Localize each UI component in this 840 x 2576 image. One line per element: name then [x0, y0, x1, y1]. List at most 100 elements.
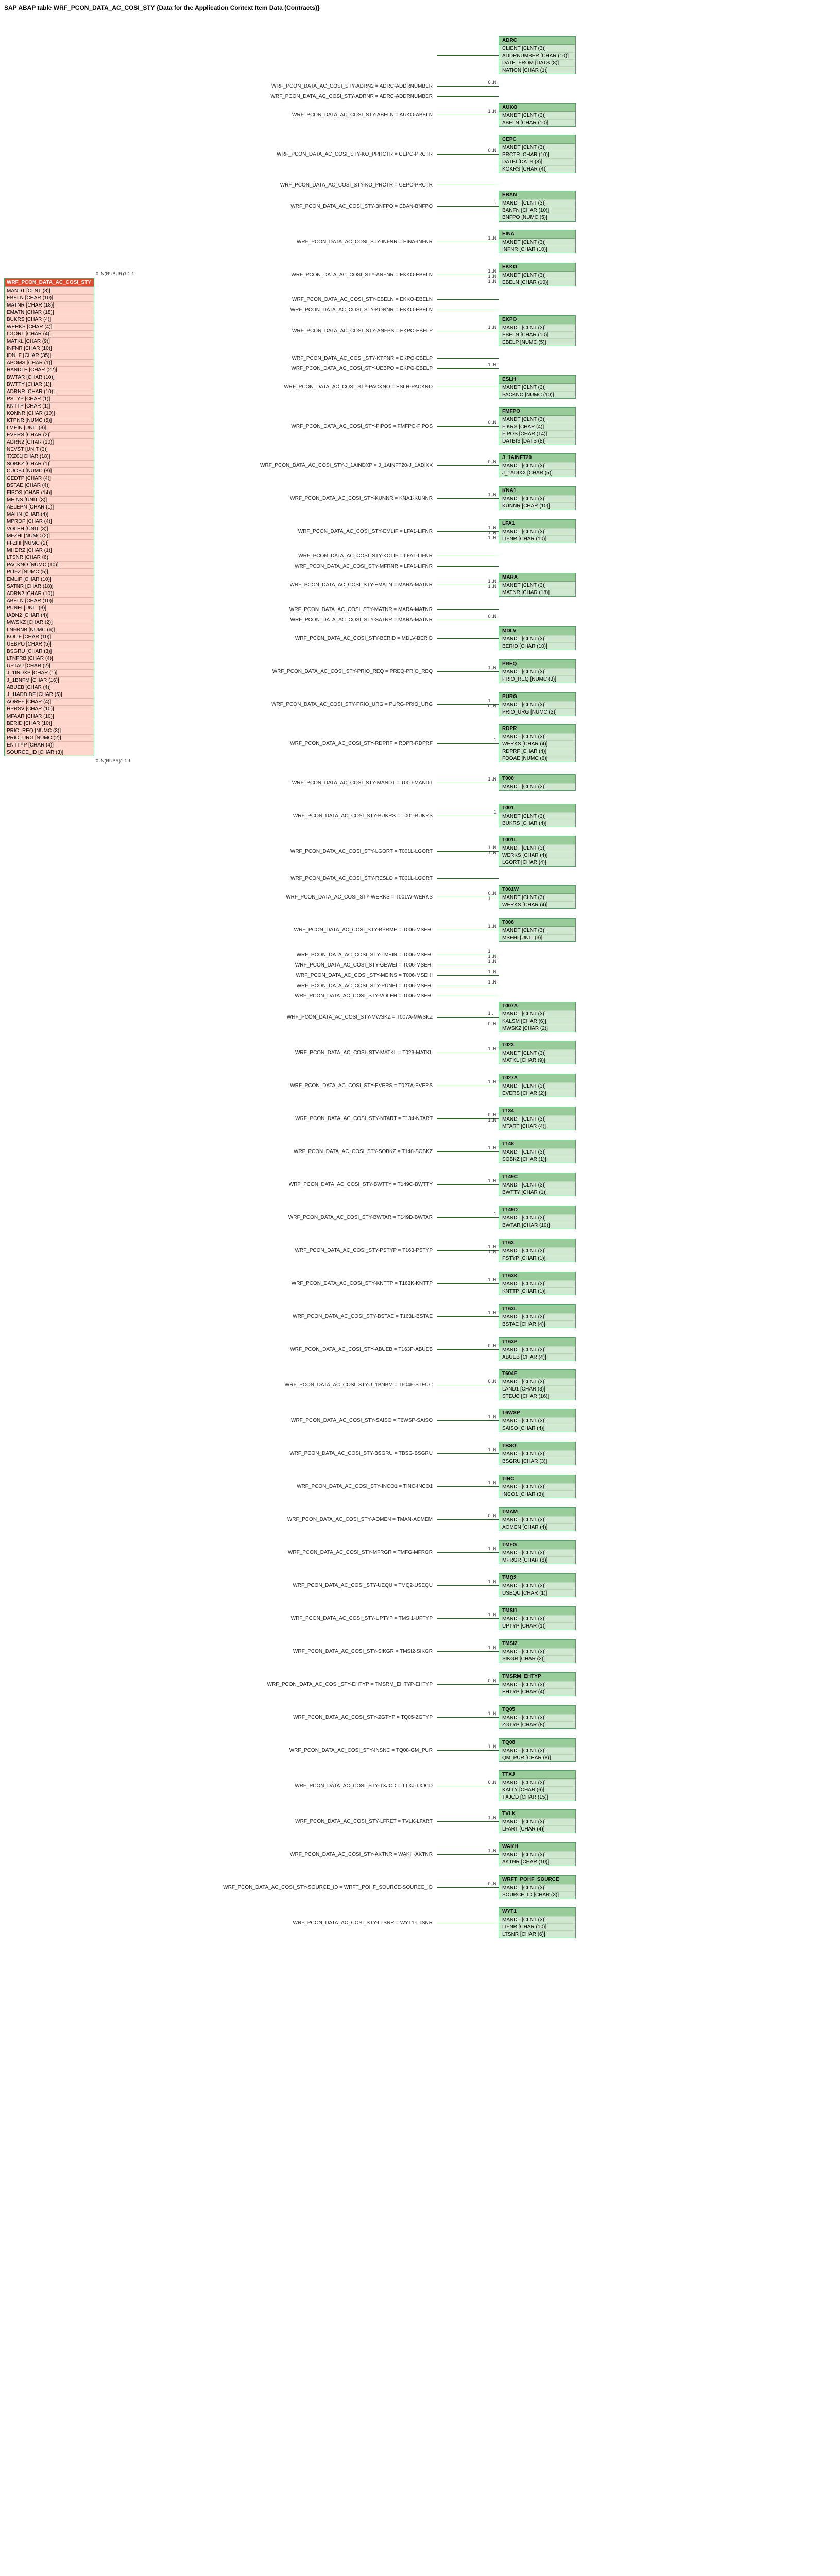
target-entity-field: ABUEB [CHAR (4)] — [499, 1353, 575, 1361]
relationship-connector: 1..N — [437, 1854, 499, 1855]
target-entity-field: PRCTR [CHAR (10)] — [499, 151, 575, 158]
target-entity-field: MANDT [CLNT (3)] — [499, 701, 575, 708]
relationship-connector: 1..N — [437, 1618, 499, 1619]
target-entity-box: TMSRM_EHTYPMANDT [CLNT (3)]EHTYP [CHAR (… — [499, 1672, 576, 1696]
cardinality-label: 1..N — [488, 1612, 496, 1617]
main-entity-field: LTNFRB [CHAR (4)] — [5, 655, 94, 662]
relationship-label: WRF_PCON_DATA_AC_COSI_STY-ZGTYP = TQ05-Z… — [220, 1715, 437, 1720]
target-entity-field: BWTAR [CHAR (10)] — [499, 1222, 575, 1229]
relationship-row: WRF_PCON_DATA_AC_COSI_STY-LTSNR = WYT1-L… — [220, 1907, 836, 1938]
target-entity-box: PURGMANDT [CLNT (3)]PRIO_URG [NUMC (2)] — [499, 692, 576, 716]
target-entity-field: EVERS [CHAR (2)] — [499, 1090, 575, 1097]
main-entity-field: UPTAU [CHAR (2)] — [5, 662, 94, 669]
target-entity-box: T027AMANDT [CLNT (3)]EVERS [CHAR (2)] — [499, 1074, 576, 1097]
main-entity-field: KTPNR [NUMC (5)] — [5, 417, 94, 424]
cardinality-label: 1..N — [488, 1145, 496, 1150]
cardinality-label: 1..N — [488, 1848, 496, 1853]
relationship-connector: 1 — [437, 1217, 499, 1218]
relationship-label: WRF_PCON_DATA_AC_COSI_STY-BNFPO = EBAN-B… — [220, 204, 437, 209]
main-entity-field: J_1BNFM [CHAR (16)] — [5, 676, 94, 684]
target-entity-box: TMSI1MANDT [CLNT (3)]UPTYP [CHAR (1)] — [499, 1606, 576, 1630]
relationship-connector: 1..N — [437, 1585, 499, 1586]
relationship-connector: 1..N — [437, 1151, 499, 1152]
relationship-label: WRF_PCON_DATA_AC_COSI_STY-ADRN2 = ADRC-A… — [220, 83, 437, 89]
main-entity-field: FFZHI [NUMC (2)] — [5, 539, 94, 547]
relationship-label: WRF_PCON_DATA_AC_COSI_STY-EMATN = MARA-M… — [220, 582, 437, 588]
target-entity-box: T163PMANDT [CLNT (3)]ABUEB [CHAR (4)] — [499, 1337, 576, 1361]
target-entity-field: MANDT [CLNT (3)] — [499, 1346, 575, 1353]
relationship-row: WRF_PCON_DATA_AC_COSI_STY-BWTTY = T149C-… — [220, 1172, 836, 1197]
relationship-row: WRF_PCON_DATA_AC_COSI_STY-J_1AINDXP = J_… — [220, 452, 836, 478]
cardinality-label: 1..N — [488, 1178, 496, 1183]
target-entity-box: J_1AINFT20MANDT [CLNT (3)]J_1ADIXX [CHAR… — [499, 453, 576, 477]
cardinality-label: 1 1..N — [488, 948, 496, 959]
target-entity-field: UPTYP [CHAR (1)] — [499, 1622, 575, 1630]
main-entity-field: ABUEB [CHAR (4)] — [5, 684, 94, 691]
target-entity-box: WYT1MANDT [CLNT (3)]LIFNR [CHAR (10)]LTS… — [499, 1907, 576, 1938]
cardinality-label: 1..N — [488, 1744, 496, 1749]
main-entity-field: FIPOS [CHAR (14)] — [5, 489, 94, 496]
target-entity-field: MANDT [CLNT (3)] — [499, 144, 575, 151]
target-entity-title: TMSRM_EHTYP — [499, 1673, 575, 1681]
relationship-label: WRF_PCON_DATA_AC_COSI_STY-BERID = MDLV-B… — [220, 636, 437, 641]
target-entity-box: WAKHMANDT [CLNT (3)]AKTNR [CHAR (10)] — [499, 1842, 576, 1866]
target-entity-box: T134MANDT [CLNT (3)]MTART [CHAR (4)] — [499, 1107, 576, 1130]
relationship-connector: 1..N — [437, 671, 499, 672]
main-entity-field: ADRNR [CHAR (10)] — [5, 388, 94, 395]
cardinality-label: 1 — [494, 809, 496, 815]
cardinality-label: 0..N — [488, 1881, 496, 1886]
target-entity-title: EINA — [499, 230, 575, 239]
target-entity-field: MANDT [CLNT (3)] — [499, 1214, 575, 1222]
main-entity-field: ADRN2 [CHAR (10)] — [5, 438, 94, 446]
cardinality-label: 1..N — [488, 492, 496, 497]
relationship-row: WRF_PCON_DATA_AC_COSI_STY-BUKRS = T001-B… — [220, 803, 836, 828]
target-entity-title: RDPR — [499, 725, 575, 733]
target-entity-box: TBSGMANDT [CLNT (3)]BSGRU [CHAR (3)] — [499, 1442, 576, 1465]
relationship-row: WRF_PCON_DATA_AC_COSI_STY-SAISO = T6WSP-… — [220, 1408, 836, 1433]
relationship-row: WRF_PCON_DATA_AC_COSI_STY-MWSKZ = T007A-… — [220, 1002, 836, 1032]
main-entity-field: SOBKZ [CHAR (1)] — [5, 460, 94, 467]
target-entity-title: EKPO — [499, 316, 575, 324]
relationship-label: WRF_PCON_DATA_AC_COSI_STY-BWTTY = T149C-… — [220, 1182, 437, 1188]
relationship-row: WRF_PCON_DATA_AC_COSI_STY-KONNR = EKKO-E… — [220, 305, 836, 314]
relationship-label: WRF_PCON_DATA_AC_COSI_STY-EVERS = T027A-… — [220, 1083, 437, 1089]
relationship-connector: 1..N — [437, 368, 499, 369]
cardinality-label: 0..N — [488, 1343, 496, 1348]
relationship-row: WRF_PCON_DATA_AC_COSI_STY-BNFPO = EBAN-B… — [220, 191, 836, 222]
target-entity-title: TQ05 — [499, 1706, 575, 1714]
target-entity-box: T604FMANDT [CLNT (3)]LAND1 [CHAR (3)]STE… — [499, 1369, 576, 1400]
relationship-row: WRF_PCON_DATA_AC_COSI_STY-RDPRF = RDPR-R… — [220, 724, 836, 762]
relationship-row: ADRCCLIENT [CLNT (3)]ADDRNUMBER [CHAR (1… — [220, 36, 836, 74]
relationship-row: WRF_PCON_DATA_AC_COSI_STY-ABELN = AUKO-A… — [220, 102, 836, 128]
target-entity-title: TQ08 — [499, 1739, 575, 1747]
target-entity-field: MANDT [CLNT (3)] — [499, 1851, 575, 1858]
relationship-connector: 1..N — [437, 975, 499, 976]
target-entity-field: MANDT [CLNT (3)] — [499, 812, 575, 820]
target-entity-box: T000MANDT [CLNT (3)] — [499, 774, 576, 791]
target-entity-title: T163 — [499, 1239, 575, 1247]
main-entity-field: PACKNO [NUMC (10)] — [5, 561, 94, 568]
main-entity-field: BWTTY [CHAR (1)] — [5, 381, 94, 388]
relationship-label: WRF_PCON_DATA_AC_COSI_STY-BWTAR = T149D-… — [220, 1215, 437, 1221]
relationship-row: WRF_PCON_DATA_AC_COSI_STY-LGORT = T001L-… — [220, 836, 836, 867]
target-entity-title: TMQ2 — [499, 1574, 575, 1582]
target-entity-field: MANDT [CLNT (3)] — [499, 1010, 575, 1018]
relationship-row: WRF_PCON_DATA_AC_COSI_STY-J_1BNBM = T604… — [220, 1369, 836, 1400]
main-entity-field: EVERS [CHAR (2)] — [5, 431, 94, 438]
relationship-row: WRF_PCON_DATA_AC_COSI_STY-PUNEI = T006-M… — [220, 981, 836, 990]
relationship-label: WRF_PCON_DATA_AC_COSI_STY-KO_PPRCTR = CE… — [220, 151, 437, 157]
target-entity-field: STEUC [CHAR (16)] — [499, 1393, 575, 1400]
relationships-column: ADRCCLIENT [CLNT (3)]ADDRNUMBER [CHAR (1… — [220, 15, 836, 1938]
cardinality-label: 1..N 1..N — [488, 845, 496, 855]
target-entity-field: AOMEN [CHAR (4)] — [499, 1523, 575, 1531]
relationship-row: WRF_PCON_DATA_AC_COSI_STY-FIPOS = FMFPO-… — [220, 407, 836, 445]
target-entity-field: DATBI [DATS (8)] — [499, 158, 575, 165]
main-entity-field: PRIO_REQ [NUMC (3)] — [5, 727, 94, 734]
target-entity-title: T163L — [499, 1305, 575, 1313]
target-entity-field: MTART [CHAR (4)] — [499, 1123, 575, 1130]
main-entity-field: IADN2 [CHAR (4)] — [5, 612, 94, 619]
main-entity-field: UEBPO [CHAR (5)] — [5, 640, 94, 648]
target-entity-title: TVLK — [499, 1810, 575, 1818]
relationship-connector — [437, 55, 499, 56]
cardinality-bottom: 0..N(RUBR)1 1 1 — [96, 758, 131, 764]
